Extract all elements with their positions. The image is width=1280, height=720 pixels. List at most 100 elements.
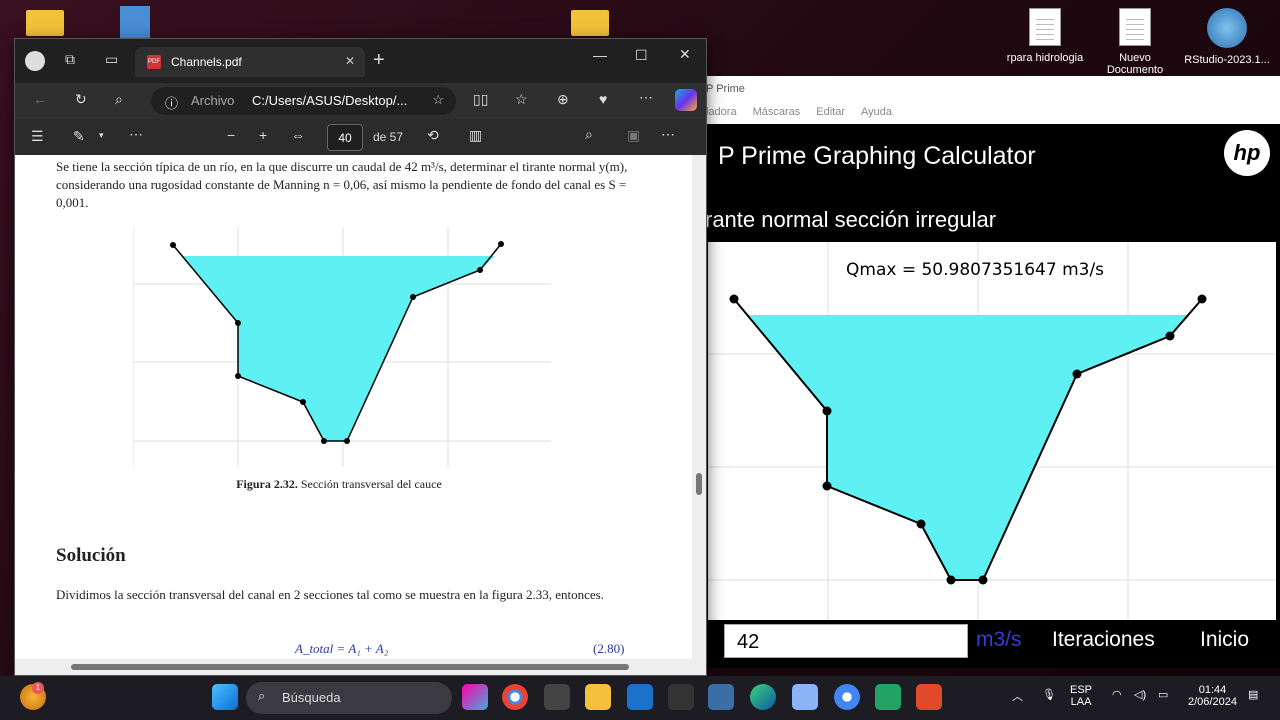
contents-icon[interactable]: ☰ <box>31 128 44 145</box>
workspaces-icon[interactable]: ⧉ <box>65 51 75 68</box>
page-number-input[interactable]: 40 <box>327 124 363 151</box>
horizontal-scrollbar[interactable] <box>15 659 706 675</box>
save-icon[interactable]: ▣ <box>627 127 640 144</box>
edge-browser-window: ⧉ ▭ PDF Channels.pdf ✕ + — ☐ ✕ ← ↻ ⌕ ⓘ A… <box>14 38 707 676</box>
remote-desktop-icon[interactable] <box>708 684 734 710</box>
health-icon[interactable]: ♥ <box>599 91 607 107</box>
iteraciones-button[interactable]: Iteraciones <box>1052 628 1155 652</box>
address-bar-row: ← ↻ ⌕ ⓘ Archivo C:/Users/ASUS/Desktop/..… <box>15 83 706 119</box>
volume-icon[interactable]: ◁) <box>1134 688 1146 701</box>
equation-number: (2.80) <box>593 641 625 656</box>
notifications-icon[interactable]: ▤ <box>1248 688 1258 701</box>
pdf-icon: PDF <box>147 55 161 69</box>
search-icon[interactable]: ⌕ <box>115 91 123 108</box>
minimize-icon[interactable]: — <box>593 47 607 63</box>
close-tab-icon[interactable]: ✕ <box>345 54 355 68</box>
hp-graph-area: Qmax = 50.9807351647 m3/s <box>708 242 1276 620</box>
battery-icon[interactable]: ▭ <box>1158 688 1168 701</box>
menu-item-mascaras[interactable]: Máscaras <box>753 106 801 120</box>
language-code: ESP <box>1070 684 1093 696</box>
mail-icon[interactable] <box>627 684 653 710</box>
address-label: Archivo <box>191 93 235 108</box>
close-window-icon[interactable]: ✕ <box>679 46 691 63</box>
figure-label: Figura 2.32. <box>236 477 298 491</box>
desktop-icon-rpara-hidrologia[interactable]: rpara hidrologia <box>1000 8 1090 64</box>
inicio-button[interactable]: Inicio <box>1200 628 1249 652</box>
file-explorer-icon[interactable] <box>585 684 611 710</box>
notification-badge: 1 <box>32 682 44 694</box>
document-icon <box>1029 8 1061 46</box>
language-indicator[interactable]: ESP LAA <box>1070 684 1092 708</box>
back-icon[interactable]: ← <box>33 91 47 107</box>
flow-input[interactable]: 42 <box>724 624 968 658</box>
store-icon[interactable] <box>544 684 570 710</box>
chrome-icon[interactable] <box>502 684 528 710</box>
taskbar-search[interactable]: ⌕ Búsqueda <box>246 682 452 714</box>
more-options-icon[interactable]: ⋯ <box>639 89 653 106</box>
layout-code: LAA <box>1070 696 1092 708</box>
unit-label: m3/s <box>976 628 1022 651</box>
search-pdf-icon[interactable]: ⌕ <box>585 126 593 143</box>
desktop-icon-nuevo-documento[interactable]: Nuevo Documento <box>1090 8 1180 76</box>
info-icon[interactable]: ⓘ <box>165 93 178 112</box>
chevron-down-icon[interactable]: ▾ <box>99 130 104 141</box>
horizontal-scroll-thumb[interactable] <box>71 664 629 670</box>
page-total: de 57 <box>373 130 404 144</box>
figure-cross-section <box>133 227 551 467</box>
network-icon[interactable]: ◠ <box>1112 688 1122 701</box>
vertical-scroll-thumb[interactable] <box>696 473 702 495</box>
chrome-profile-icon[interactable] <box>834 684 860 710</box>
rotate-icon[interactable]: ⟲ <box>427 127 439 144</box>
hp-app-title: P Prime Graphing Calculator <box>718 142 1036 170</box>
folder-icon <box>26 10 64 36</box>
pdf-more-icon[interactable]: ⋯ <box>661 126 675 143</box>
hp-menubar: ladora Máscaras Editar Ayuda <box>700 102 1280 124</box>
tab-actions-icon[interactable]: ▭ <box>105 51 118 68</box>
camtasia-icon[interactable] <box>875 684 901 710</box>
menu-item-ayuda[interactable]: Ayuda <box>861 106 892 120</box>
maximize-icon[interactable]: ☐ <box>635 47 648 64</box>
favorites-icon[interactable]: ☆ <box>515 91 528 108</box>
copilot-app-icon[interactable] <box>462 684 488 710</box>
page-view-icon[interactable]: ▥ <box>469 127 482 144</box>
equation: A_total = A₁ + A₂ <box>295 641 389 656</box>
menu-item-editar[interactable]: Editar <box>816 106 845 120</box>
more-tools-icon[interactable]: ⋯ <box>129 126 143 143</box>
copilot-icon[interactable] <box>675 89 697 111</box>
profile-avatar[interactable] <box>25 51 45 71</box>
tab-channels-pdf[interactable]: PDF Channels.pdf ✕ <box>135 47 365 77</box>
split-screen-icon[interactable]: ▯▯ <box>473 91 488 108</box>
figure-caption-text: Sección transversal del cauce <box>300 477 442 491</box>
address-path: C:/Users/ASUS/Desktop/... <box>251 93 408 108</box>
address-bar[interactable]: ⓘ Archivo C:/Users/ASUS/Desktop/... ☆ <box>151 87 456 115</box>
clock[interactable]: 01:44 2/06/2024 <box>1188 684 1237 708</box>
start-button[interactable] <box>212 684 238 710</box>
water-area <box>749 315 1187 580</box>
vertical-scrollbar[interactable] <box>692 155 706 661</box>
draw-icon[interactable]: ✎ <box>73 128 85 145</box>
collections-icon[interactable]: ⊕ <box>557 91 569 108</box>
menu-item-calculadora[interactable]: ladora <box>706 106 737 120</box>
app-icon[interactable] <box>792 684 818 710</box>
hp-window-titlebar: P Prime <box>700 76 1280 102</box>
tray-overflow-icon[interactable]: ︿ <box>1012 688 1023 704</box>
hp-prime-window: P Prime ladora Máscaras Editar Ayuda P P… <box>700 76 1280 668</box>
new-tab-icon[interactable]: + <box>373 49 385 72</box>
microphone-icon[interactable]: 🎙 <box>1042 688 1056 701</box>
qmax-result: Qmax = 50.9807351647 m3/s <box>846 260 1104 280</box>
rstudio-icon <box>1207 8 1247 48</box>
cross-section-plot: Qmax = 50.9807351647 m3/s <box>708 242 1276 620</box>
capcut-icon[interactable] <box>916 684 942 710</box>
refresh-icon[interactable]: ↻ <box>75 91 87 108</box>
favorite-star-icon[interactable]: ☆ <box>432 92 444 108</box>
desktop-icon-rstudio[interactable]: RStudio-2023.1... <box>1182 8 1272 66</box>
hp-bottom-bar: 42 m3/s Iteraciones Inicio <box>700 620 1280 668</box>
tab-bar: ⧉ ▭ PDF Channels.pdf ✕ + — ☐ ✕ <box>15 39 706 83</box>
edge-taskbar-icon[interactable] <box>750 684 776 710</box>
zoom-in-icon[interactable]: + <box>259 127 267 143</box>
fit-width-icon[interactable]: ⇔ <box>291 127 305 143</box>
tab-title: Channels.pdf <box>171 55 242 69</box>
phone-link-icon[interactable] <box>668 684 694 710</box>
installer-icon <box>120 6 150 38</box>
zoom-out-icon[interactable]: − <box>227 127 235 143</box>
